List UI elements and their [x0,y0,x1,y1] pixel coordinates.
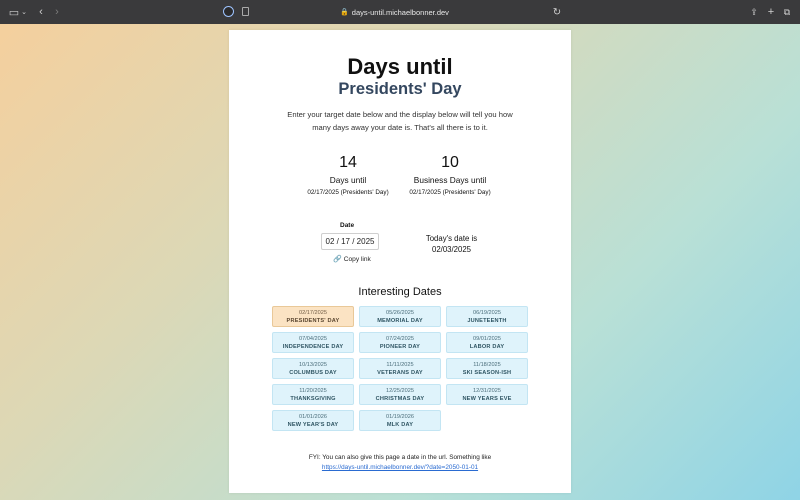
interesting-dates-title: Interesting Dates [358,286,442,298]
interesting-date-name: NEW YEARS EVE [462,396,512,402]
interesting-date-name: LABOR DAY [469,344,505,350]
interesting-date-name: JUNETEENTH [467,318,507,324]
page-subtitle: Presidents' Day [338,80,462,98]
forward-icon[interactable]: › [52,0,62,24]
lock-icon: 🔒 [340,9,349,16]
business-days-sub: 02/17/2025 (Presidents' Day) [409,189,491,196]
date-input[interactable]: 02 / 17 / 2025 [321,233,379,250]
date-label: Date [340,222,355,229]
interesting-date-button[interactable]: 05/26/2025 MEMORIAL DAY [359,306,441,327]
link-icon: 🔗 [333,256,342,263]
days-value: 14 [339,154,357,171]
interesting-date-button[interactable]: 02/17/2025 PRESIDENTS' DAY [272,306,354,327]
chevron-down-icon[interactable]: ⌄ [20,0,28,24]
interesting-date-name: MEMORIAL DAY [377,318,423,324]
fyi-url-link[interactable]: https://days-until.michaelbonner.dev/?da… [229,463,571,473]
copy-link-button[interactable]: 🔗 Copy link [333,255,371,264]
interesting-date-button[interactable]: 11/18/2025 SKI SEASON-ISH [446,358,528,379]
interesting-date-value: 11/20/2025 [299,388,327,394]
interesting-date-button[interactable]: 10/13/2025 COLUMBUS DAY [272,358,354,379]
interesting-date-name: VETERANS DAY [377,370,423,376]
address-bar[interactable]: 🔒 days-until.michaelbonner.dev [222,4,567,20]
interesting-date-value: 12/31/2025 [473,388,501,394]
today-info: Today's date is 02/03/2025 [419,233,484,255]
interesting-date-button[interactable]: 12/25/2025 CHRISTMAS DAY [359,384,441,405]
new-tab-icon[interactable]: + [765,0,777,24]
interesting-date-value: 11/11/2025 [386,362,414,368]
back-icon[interactable]: ‹ [36,0,46,24]
tab-overview-icon[interactable]: ⧉ [781,0,793,24]
interesting-date-button[interactable]: 07/24/2025 PIONEER DAY [359,332,441,353]
interesting-date-value: 06/19/2025 [473,310,501,316]
interesting-date-value: 02/17/2025 [299,310,327,316]
interesting-date-value: 09/01/2025 [473,336,501,342]
page-title: Days until [347,54,453,79]
browser-toolbar: ▭ ⌄ ‹ › 🔒 days-until.michaelbonner.dev ↻… [0,0,800,24]
interesting-date-value: 07/04/2025 [299,336,327,342]
share-icon[interactable]: ⇪ [748,0,760,24]
copy-link-label: Copy link [343,255,371,263]
interesting-date-button[interactable]: 06/19/2025 JUNETEENTH [446,306,528,327]
interesting-date-button[interactable]: 12/31/2025 NEW YEARS EVE [446,384,528,405]
interesting-date-name: THANKSGIVING [290,396,336,402]
sidebar-toggle-icon[interactable]: ▭ [8,0,20,24]
days-label: Days until [329,175,367,185]
today-value: 02/03/2025 [431,245,472,254]
intro-text: Enter your target date below and the dis… [287,110,513,132]
today-label: Today's date is [425,234,478,243]
interesting-date-name: PIONEER DAY [379,344,421,350]
interesting-date-name: COLUMBUS DAY [289,370,337,376]
interesting-date-button[interactable]: 07/04/2025 INDEPENDENCE DAY [272,332,354,353]
interesting-date-name: CHRISTMAS DAY [375,396,425,402]
fyi-note: FYI: You can also give this page a date … [229,453,571,473]
interesting-date-value: 11/18/2025 [473,362,501,368]
interesting-date-button[interactable]: 09/01/2025 LABOR DAY [446,332,528,353]
interesting-date-name: NEW YEAR'S DAY [287,422,339,428]
interesting-date-value: 10/13/2025 [299,362,327,368]
interesting-date-value: 12/25/2025 [386,388,414,394]
interesting-date-button[interactable]: 11/11/2025 VETERANS DAY [359,358,441,379]
fyi-text: FYI: You can also give this page a date … [308,454,492,461]
interesting-date-name: INDEPENDENCE DAY [282,344,344,350]
interesting-date-button[interactable]: 01/01/2026 NEW YEAR'S DAY [272,410,354,431]
business-days-value: 10 [441,154,459,171]
business-days-counter: 10 Business Days until 02/17/2025 (Presi… [395,154,505,196]
reload-icon[interactable]: ↻ [551,0,563,24]
business-days-label: Business Days until [413,175,487,185]
main-card: Days until Presidents' Day Enter your ta… [229,30,571,493]
interesting-date-value: 01/19/2026 [386,414,414,420]
interesting-date-value: 07/24/2025 [386,336,414,342]
interesting-date-name: PRESIDENTS' DAY [286,318,340,324]
days-counter: 14 Days until 02/17/2025 (Presidents' Da… [293,154,403,196]
days-sub: 02/17/2025 (Presidents' Day) [307,189,389,196]
interesting-date-button[interactable]: 11/20/2025 THANKSGIVING [272,384,354,405]
address-url: days-until.michaelbonner.dev [351,7,449,17]
interesting-date-name: SKI SEASON-ISH [462,370,512,376]
interesting-date-button[interactable]: 01/19/2026 MLK DAY [359,410,441,431]
interesting-date-value: 05/26/2025 [386,310,414,316]
interesting-date-name: MLK DAY [386,422,414,428]
interesting-date-value: 01/01/2026 [299,414,327,420]
